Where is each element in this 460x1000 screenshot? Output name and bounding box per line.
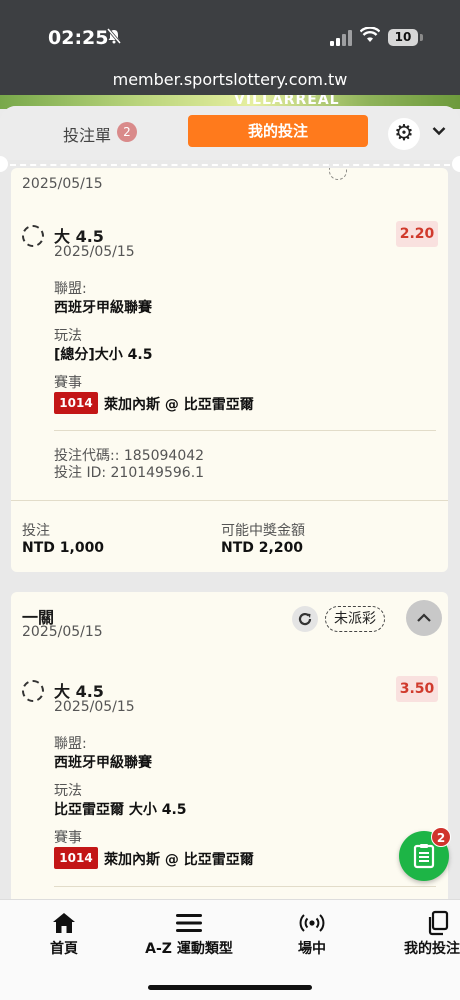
selection-date: 2025/05/15 <box>54 699 135 715</box>
market-value: [總分]大小 4.5 <box>54 347 153 363</box>
my-bets-icon <box>398 908 460 938</box>
league-label: 聯盟: <box>54 281 87 297</box>
status-bar: 02:25 10 member.sportslottery.com.tw <box>0 0 460 95</box>
league-value: 西班牙甲級聯賽 <box>54 300 152 316</box>
nav-live[interactable]: 場中 <box>282 908 342 958</box>
nav-home[interactable]: 首頁 <box>34 908 94 958</box>
divider <box>10 164 450 166</box>
battery-icon: 10 <box>388 29 418 46</box>
bet-slip-header: 投注單 2 我的投注 ⚙ <box>0 106 460 160</box>
nav-label: 我的投注 <box>404 941 460 957</box>
floating-bet-count-badge: 2 <box>431 827 451 847</box>
nav-sports-a-z[interactable]: A-Z 運動類型 <box>134 908 244 958</box>
home-icon <box>34 908 94 938</box>
event-label: 賽事 <box>54 375 82 391</box>
bet-card: 2025/05/15 大 4.5 2025/05/15 2.20 聯盟: 西班牙… <box>11 168 448 572</box>
event-code-badge: 1014 <box>54 847 98 869</box>
bet-slip-count-badge: 2 <box>117 122 137 142</box>
live-icon <box>282 908 342 938</box>
refresh-icon[interactable] <box>292 606 318 632</box>
status-badge: 未派彩 <box>325 606 385 632</box>
bet-slip-panel: 投注單 2 我的投注 ⚙ 2025/05/15 大 4.5 2025/05/15… <box>0 106 460 906</box>
market-value: 比亞雷亞爾 大小 4.5 <box>54 802 187 818</box>
status-pill <box>329 168 347 180</box>
league-label: 聯盟: <box>54 736 87 752</box>
event-name: 萊加內斯 @ 比亞雷亞爾 <box>104 397 254 413</box>
odds-badge: 3.50 <box>396 676 438 702</box>
divider <box>11 500 448 501</box>
cellular-signal-icon <box>330 30 352 46</box>
payout-label: 可能中獎金額 <box>221 523 305 539</box>
selection-status-icon <box>22 225 44 247</box>
nav-label: A-Z 運動類型 <box>145 941 233 957</box>
chevron-down-icon[interactable] <box>432 120 446 141</box>
bet-code: 投注代碼:: 185094042 <box>54 448 205 464</box>
tab-bet-slip[interactable]: 投注單 <box>63 122 111 146</box>
battery-tip <box>420 34 423 41</box>
event-label: 賽事 <box>54 830 82 846</box>
chevron-up-icon[interactable] <box>406 600 442 636</box>
menu-icon <box>134 908 244 938</box>
bet-date: 2025/05/15 <box>22 624 103 640</box>
league-value: 西班牙甲級聯賽 <box>54 755 152 771</box>
wifi-icon <box>359 26 381 48</box>
divider <box>54 430 436 431</box>
event-code-badge: 1014 <box>54 392 98 414</box>
divider <box>54 886 436 887</box>
selection-status-icon <box>22 680 44 702</box>
gear-icon[interactable]: ⚙ <box>388 118 420 150</box>
silent-bell-icon <box>106 28 122 48</box>
tab-my-bets[interactable]: 我的投注 <box>188 115 368 147</box>
bet-card: 一關 2025/05/15 未派彩 大 4.5 2025/05/15 3.50 … <box>11 592 448 906</box>
selection-date: 2025/05/15 <box>54 244 135 260</box>
market-label: 玩法 <box>54 783 82 799</box>
notch-right <box>452 156 460 172</box>
home-indicator <box>148 985 312 990</box>
odds-badge: 2.20 <box>396 221 438 247</box>
stake-value: NTD 1,000 <box>22 540 105 556</box>
event-name: 萊加內斯 @ 比亞雷亞爾 <box>104 852 254 868</box>
nav-my-bets[interactable]: 我的投注 <box>398 908 460 958</box>
address-bar[interactable]: member.sportslottery.com.tw <box>0 70 460 89</box>
bet-id: 投注 ID: 210149596.1 <box>54 465 205 481</box>
nav-label: 場中 <box>298 941 326 957</box>
status-time: 02:25 <box>48 27 109 49</box>
bet-date: 2025/05/15 <box>22 176 103 192</box>
market-label: 玩法 <box>54 328 82 344</box>
stake-label: 投注 <box>22 523 50 539</box>
payout-value: NTD 2,200 <box>221 540 304 556</box>
nav-label: 首頁 <box>50 941 78 957</box>
